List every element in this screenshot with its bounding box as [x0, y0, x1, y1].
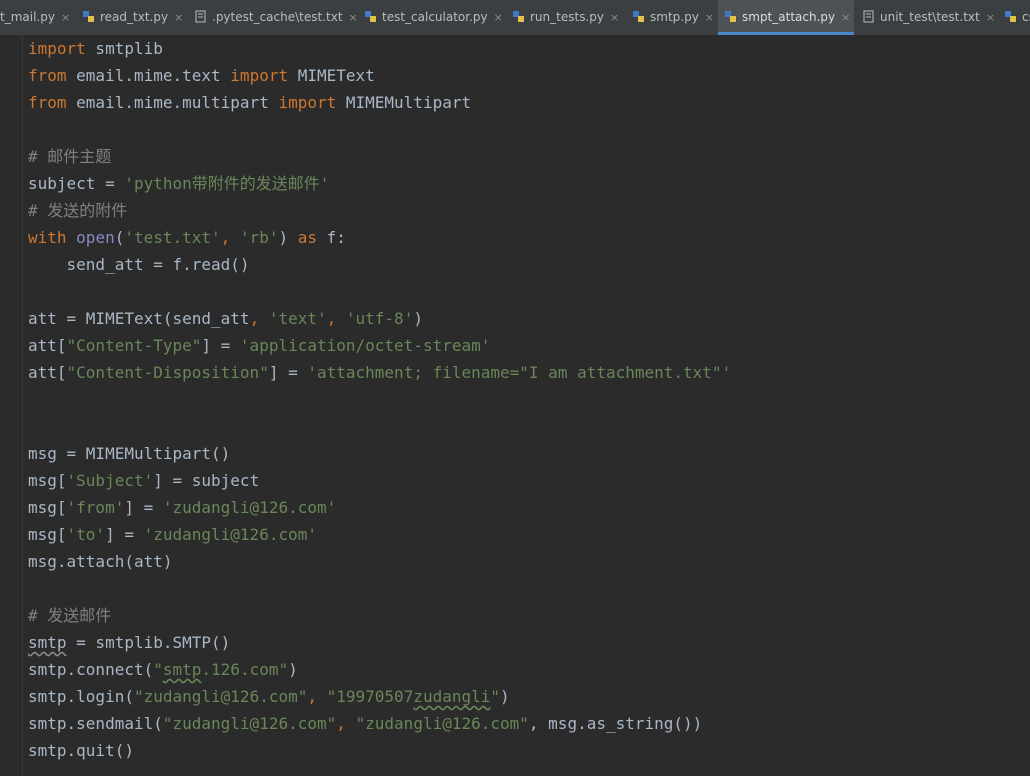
editor-tab-bar: t_mail.py × read_txt.py × .pytest_cache\te… — [0, 0, 1030, 36]
gutter-divider — [22, 35, 23, 776]
code-editor[interactable]: import smtplib from email.mime.text impo… — [0, 35, 1030, 776]
code-line[interactable]: msg = MIMEMultipart() — [28, 440, 1028, 467]
code-line[interactable]: # 发送邮件 — [28, 602, 1028, 629]
tab-label: read_txt.py — [100, 10, 169, 24]
tab-run-tests[interactable]: run_tests.py × — [506, 0, 624, 35]
code-line[interactable]: smtp.connect("smtp.126.com") — [28, 656, 1028, 683]
code-line-empty[interactable] — [28, 116, 1028, 143]
code-area[interactable]: import smtplib from email.mime.text impo… — [28, 35, 1028, 764]
tab-pytest-cache-test-txt[interactable]: .pytest_cache\test.txt × — [188, 0, 358, 35]
code-line[interactable]: att["Content-Disposition"] = 'attachment… — [28, 359, 1028, 386]
close-icon[interactable]: × — [61, 0, 70, 35]
code-line[interactable]: msg['Subject'] = subject — [28, 467, 1028, 494]
tab-unit-test-test-txt[interactable]: unit_test\test.txt × — [856, 0, 995, 35]
tab-smtp[interactable]: smtp.py × — [626, 0, 718, 35]
tab-cs[interactable]: cs — [998, 0, 1030, 35]
tab-label: t_mail.py — [0, 10, 55, 24]
code-line-empty[interactable] — [28, 386, 1028, 413]
code-line[interactable]: msg.attach(att) — [28, 548, 1028, 575]
close-icon[interactable]: × — [610, 0, 619, 35]
python-file-icon — [633, 11, 644, 22]
tab-label: smtp.py — [650, 10, 699, 24]
code-line[interactable]: # 发送的附件 — [28, 197, 1028, 224]
tab-label: run_tests.py — [530, 10, 604, 24]
close-icon[interactable]: × — [349, 0, 358, 35]
code-line-empty[interactable] — [28, 413, 1028, 440]
code-line[interactable]: subject = 'python带附件的发送邮件' — [28, 170, 1028, 197]
code-line[interactable]: with open('test.txt', 'rb') as f: — [28, 224, 1028, 251]
code-line[interactable]: from email.mime.multipart import MIMEMul… — [28, 89, 1028, 116]
code-line-empty[interactable] — [28, 575, 1028, 602]
code-line[interactable]: # 邮件主题 — [28, 143, 1028, 170]
text-file-icon — [195, 10, 206, 23]
tab-label: unit_test\test.txt — [880, 10, 980, 24]
close-icon[interactable]: × — [705, 0, 714, 35]
tab-t-mail[interactable]: t_mail.py × — [0, 0, 72, 35]
code-line[interactable]: from email.mime.text import MIMEText — [28, 62, 1028, 89]
python-file-icon — [365, 11, 376, 22]
tab-label: test_calculator.py — [382, 10, 488, 24]
code-line-empty[interactable] — [28, 278, 1028, 305]
code-line[interactable]: import smtplib — [28, 35, 1028, 62]
close-icon[interactable]: × — [494, 0, 503, 35]
code-line[interactable]: msg['from'] = 'zudangli@126.com' — [28, 494, 1028, 521]
close-icon[interactable]: × — [174, 0, 183, 35]
code-line[interactable]: smtp.quit() — [28, 737, 1028, 764]
tab-label: .pytest_cache\test.txt — [212, 10, 343, 24]
code-line[interactable]: smtp.sendmail("zudangli@126.com", "zudan… — [28, 710, 1028, 737]
code-line[interactable]: send_att = f.read() — [28, 251, 1028, 278]
python-file-icon — [1005, 11, 1016, 22]
tab-read-txt[interactable]: read_txt.py × — [76, 0, 188, 35]
tab-smpt-attach[interactable]: smpt_attach.py × — [718, 0, 854, 35]
close-icon[interactable]: × — [986, 0, 995, 35]
tab-test-calculator[interactable]: test_calculator.py × — [358, 0, 504, 35]
python-file-icon — [513, 11, 524, 22]
code-line[interactable]: att["Content-Type"] = 'application/octet… — [28, 332, 1028, 359]
tab-label: smpt_attach.py — [742, 10, 836, 24]
code-line[interactable]: att = MIMEText(send_att, 'text', 'utf-8'… — [28, 305, 1028, 332]
close-icon[interactable]: × — [841, 0, 850, 35]
python-file-icon — [83, 11, 94, 22]
tab-label: cs — [1022, 10, 1030, 24]
code-line[interactable]: smtp.login("zudangli@126.com", "19970507… — [28, 683, 1028, 710]
python-file-icon — [725, 11, 736, 22]
code-line[interactable]: smtp = smtplib.SMTP() — [28, 629, 1028, 656]
text-file-icon — [863, 10, 874, 23]
code-line[interactable]: msg['to'] = 'zudangli@126.com' — [28, 521, 1028, 548]
